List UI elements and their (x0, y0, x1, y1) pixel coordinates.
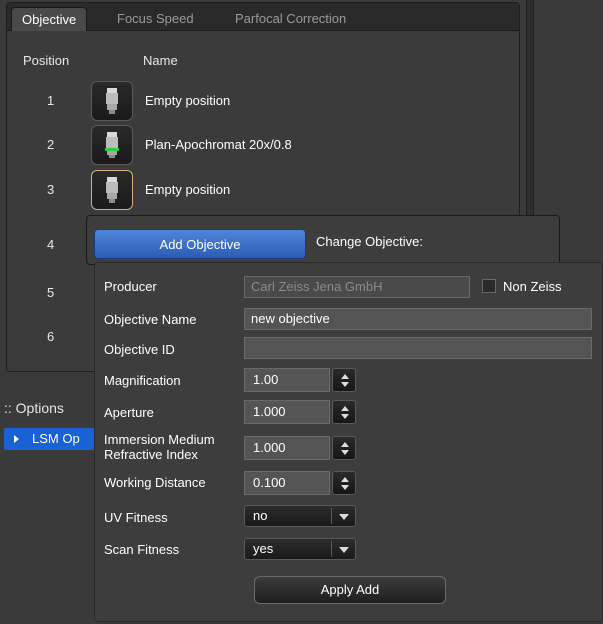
objective-slot-button[interactable] (91, 125, 133, 165)
options-item-label: LSM Op (32, 431, 80, 446)
objective-slot-button[interactable] (91, 81, 133, 121)
change-objective-label: Change Objective: (316, 234, 423, 249)
objective-id-label: Objective ID (104, 342, 175, 357)
magnification-value[interactable]: 1.00 (244, 368, 330, 392)
column-header-name: Name (143, 53, 178, 68)
uv-fitness-value: no (253, 508, 268, 523)
aperture-label: Aperture (104, 405, 154, 420)
scan-fitness-value: yes (253, 541, 274, 556)
objective-lens-green-icon (105, 132, 119, 158)
objective-name-field[interactable]: new objective (244, 308, 592, 330)
immersion-label: Immersion Medium Refractive Index (104, 432, 215, 462)
row-position: 4 (47, 237, 55, 252)
working-distance-value[interactable]: 0.100 (244, 471, 330, 495)
row-position: 6 (47, 329, 55, 344)
objective-id-field[interactable] (244, 337, 592, 359)
row-position: 1 (47, 93, 55, 108)
options-header[interactable]: :: Options (4, 400, 64, 416)
spinner-arrows-icon[interactable] (332, 368, 356, 392)
table-row: 1 Empty position (7, 81, 407, 121)
column-header-position: Position (23, 53, 70, 68)
aperture-stepper[interactable]: 1.000 (244, 400, 356, 424)
producer-label: Producer (104, 279, 157, 294)
uv-fitness-label: UV Fitness (104, 510, 168, 525)
refractive-index-value[interactable]: 1.000 (244, 436, 330, 460)
producer-field[interactable]: Carl Zeiss Jena GmbH (244, 276, 470, 298)
aperture-value[interactable]: 1.000 (244, 400, 330, 424)
row-position: 2 (47, 137, 55, 152)
uv-fitness-select[interactable]: no (244, 505, 356, 527)
chevron-down-icon (339, 514, 349, 520)
spinner-arrows-icon[interactable] (332, 471, 356, 495)
apply-add-button[interactable]: Apply Add (254, 576, 446, 604)
spinner-arrows-icon[interactable] (332, 436, 356, 460)
working-distance-stepper[interactable]: 0.100 (244, 471, 356, 495)
add-objective-button[interactable]: Add Objective (94, 229, 306, 259)
tab-strip: Objective Focus Speed Parfocal Correctio… (7, 3, 519, 31)
magnification-label: Magnification (104, 373, 181, 388)
row-position: 3 (47, 182, 55, 197)
immersion-label-line2: Refractive Index (104, 447, 198, 462)
table-row: 3 Empty position (7, 170, 407, 210)
tab-objective[interactable]: Objective (11, 7, 88, 31)
immersion-label-line1: Immersion Medium (104, 432, 215, 447)
tab-focus-speed[interactable]: Focus Speed (107, 7, 204, 31)
spinner-arrows-icon[interactable] (332, 400, 356, 424)
refractive-index-stepper[interactable]: 1.000 (244, 436, 356, 460)
objective-lens-icon (106, 177, 118, 203)
row-name: Empty position (145, 93, 231, 108)
table-row: 2 Plan-Apochromat 20x/0.8 (7, 125, 407, 165)
scan-fitness-select[interactable]: yes (244, 538, 356, 560)
objective-lens-icon (106, 88, 118, 114)
objective-name-label: Objective Name (104, 312, 197, 327)
chevron-down-icon (339, 547, 349, 553)
scan-fitness-label: Scan Fitness (104, 542, 180, 557)
working-distance-label: Working Distance (104, 475, 206, 490)
expand-arrow-icon (14, 435, 19, 443)
magnification-stepper[interactable]: 1.00 (244, 368, 356, 392)
row-name: Plan-Apochromat 20x/0.8 (145, 137, 292, 152)
options-item-lsm[interactable]: LSM Op (4, 428, 96, 450)
row-position: 5 (47, 285, 55, 300)
tab-parfocal-correction[interactable]: Parfocal Correction (225, 7, 356, 31)
row-name: Empty position (145, 182, 231, 197)
non-zeiss-checkbox[interactable] (482, 279, 496, 293)
objective-slot-button-selected[interactable] (91, 170, 133, 210)
non-zeiss-label: Non Zeiss (503, 279, 562, 294)
